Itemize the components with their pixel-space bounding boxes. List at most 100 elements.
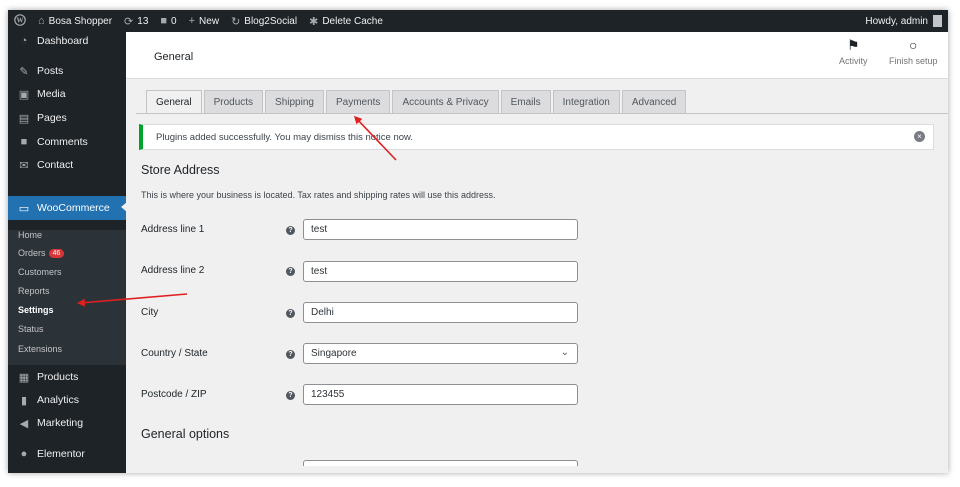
submenu-item-home[interactable]: Home [18,230,42,240]
new-content-link[interactable]: + New [183,10,225,32]
submenu-item-reports[interactable]: Reports [18,286,50,296]
sidebar-item-label: Products [37,371,79,383]
dismiss-notice-button[interactable]: × [914,131,925,142]
updates-count: 13 [137,15,149,27]
tab-accounts-privacy[interactable]: Accounts & Privacy [392,90,499,114]
sidebar-item-label: WooCommerce [37,202,110,214]
orders-count-badge: 46 [48,249,65,258]
sidebar-item-elementor[interactable]: ● Elementor [8,443,126,465]
help-tip-icon[interactable]: ? [286,391,295,400]
submenu-item-customers[interactable]: Customers [18,267,62,277]
sidebar-item-label: Marketing [37,417,84,429]
sidebar-item-label: Analytics [37,394,80,406]
tab-divider [136,113,948,114]
tab-emails[interactable]: Emails [500,90,551,114]
sidebar-item-label: Comments [37,136,88,148]
sidebar-item-woocommerce[interactable]: ▭ WooCommerce [8,196,127,220]
avatar [933,15,942,27]
city-label: City [141,307,159,318]
sidebar-item-products[interactable]: ▦ Products [8,366,126,388]
help-tip-icon[interactable]: ? [286,226,295,235]
dashboard-icon: ◔ [20,35,28,47]
tab-general[interactable]: General [146,90,202,114]
help-tip-icon[interactable]: ? [286,350,295,359]
sidebar-item-label: Contact [37,159,74,171]
activity-button[interactable]: ⚑ Activity [839,38,868,66]
activity-label: Activity [839,56,868,66]
tab-products[interactable]: Products [203,90,264,114]
home-icon: ⌂ [38,15,45,27]
sidebar-item-dashboard[interactable]: ◔ Dashboard [8,30,126,52]
partial-input-field[interactable] [303,460,578,466]
sidebar-item-analytics[interactable]: ▮ Analytics [8,389,126,411]
svg-text:W: W [17,16,24,24]
sidebar-item-label: Elementor [37,448,85,460]
tab-integration[interactable]: Integration [552,90,620,114]
howdy-label: Howdy, admin [865,15,928,27]
address-line-1-label: Address line 1 [141,224,205,235]
general-options-heading: General options [141,427,230,441]
woocommerce-icon: ▭ [18,202,30,215]
site-name-label: Bosa Shopper [48,15,113,27]
sidebar-item-pages[interactable]: ▤ Pages [8,107,126,129]
comments-link[interactable]: ■ 0 [154,10,182,32]
wordpress-logo-button[interactable]: W [8,10,32,32]
submenu-item-settings[interactable]: Settings [18,305,54,315]
address-line-2-label: Address line 2 [141,265,205,276]
postcode-input[interactable]: 123455 [303,384,578,405]
tab-payments[interactable]: Payments [325,90,391,114]
delete-cache-link[interactable]: ✱ Delete Cache [303,10,389,32]
comments-count: 0 [171,15,177,27]
sidebar-item-contact[interactable]: ✉ Contact [8,154,126,176]
country-state-select[interactable]: Singapore ⌄ [303,343,578,364]
notice-text: Plugins added successfully. You may dism… [156,131,413,143]
site-name-link[interactable]: ⌂ Bosa Shopper [32,10,118,32]
country-state-label: Country / State [141,348,208,359]
address-line-2-input[interactable]: test [303,261,578,282]
cache-icon: ✱ [309,15,319,28]
active-indicator [121,202,127,212]
submenu-item-label: Orders [18,248,46,258]
postcode-label: Postcode / ZIP [141,389,207,400]
sidebar-item-posts[interactable]: ✎ Posts [8,60,126,82]
store-address-heading: Store Address [141,163,220,177]
circle-progress-icon: ○ [909,37,918,53]
finish-setup-label: Finish setup [889,56,938,66]
bar-chart-icon: ▮ [20,394,28,407]
delete-cache-label: Delete Cache [322,15,383,27]
updates-link[interactable]: ⟳ 13 [118,10,154,32]
media-icon: ▣ [18,88,30,101]
help-tip-icon[interactable]: ? [286,267,295,276]
settings-tabs: General Products Shipping Payments Accou… [146,90,687,114]
sidebar-item-marketing[interactable]: ◀ Marketing [8,412,126,434]
submenu-item-extensions[interactable]: Extensions [18,344,62,354]
new-label: New [199,15,220,27]
blog2social-icon: ↻ [231,15,241,28]
comment-bubble-icon: ■ [20,136,28,148]
admin-sidebar: ◔ Dashboard ✎ Posts ▣ Media ▤ Pages ■ Co… [8,30,127,473]
blog2social-label: Blog2Social [244,15,298,27]
submenu-item-status[interactable]: Status [18,324,44,334]
page-title: General [154,51,194,63]
admin-bar: W ⌂ Bosa Shopper ⟳ 13 ■ 0 + New ↻ Blog2S… [8,10,948,32]
tab-advanced[interactable]: Advanced [621,90,687,114]
plus-icon: + [188,15,196,27]
sidebar-item-media[interactable]: ▣ Media [8,83,126,105]
account-menu[interactable]: Howdy, admin [865,15,948,27]
submenu-item-orders[interactable]: Orders 46 [18,248,65,258]
blog2social-link[interactable]: ↻ Blog2Social [225,10,303,32]
finish-setup-button[interactable]: ○ Finish setup [889,38,938,66]
address-line-1-input[interactable]: test [303,219,578,240]
city-input[interactable]: Delhi [303,302,578,323]
page-header: General ⚑ Activity ○ Finish setup [126,32,948,79]
wordpress-logo-icon: W [14,13,26,29]
sidebar-item-comments[interactable]: ■ Comments [8,131,126,153]
megaphone-icon: ◀ [19,417,29,430]
sidebar-item-label: Media [37,88,66,100]
flag-icon: ⚑ [846,37,860,53]
success-notice: Plugins added successfully. You may dism… [139,124,934,150]
tab-shipping[interactable]: Shipping [265,90,324,114]
sidebar-item-label: Pages [37,112,67,124]
help-tip-icon[interactable]: ? [286,309,295,318]
archive-icon: ▦ [18,371,30,384]
